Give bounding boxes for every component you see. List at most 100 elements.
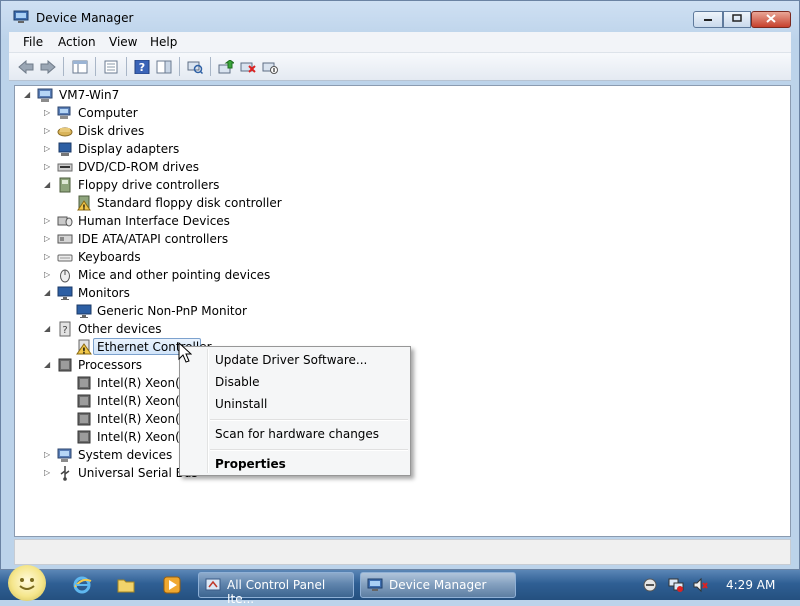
uninstall-device-icon [240,62,256,73]
status-bar [14,539,791,565]
collapse-arrow-icon[interactable]: ◢ [24,91,32,99]
svg-text:?: ? [62,325,67,336]
internet-explorer-icon[interactable] [72,575,92,595]
menu-uninstall[interactable]: Uninstall [215,397,267,411]
collapse-arrow-icon[interactable]: ◢ [44,289,52,297]
tree-item-label: Display adapters [78,142,180,156]
menu-bar: File Action View Help [9,32,791,53]
close-button[interactable] [751,11,791,28]
tree-item-human-interface-devices[interactable]: ▷ Human Interface Devices [15,212,235,230]
network-disconnected-icon[interactable] [668,577,684,593]
window-title: Device Manager [36,11,134,25]
tree-item-standard-floppy-disk-controller[interactable]: ! Standard floppy disk controller [15,194,282,212]
toolbar-separator [179,57,180,76]
taskbar-control-panel[interactable]: All Control Panel Ite... [198,572,354,606]
menu-properties[interactable]: Properties [215,457,286,471]
help-toolbar-button[interactable]: ? [133,58,151,75]
tree-item-processor-1[interactable]: Intel(R) Xeon(R) [15,374,193,392]
back-arrow-icon [18,59,34,74]
tree-item-label: Monitors [78,286,130,300]
expand-arrow-icon[interactable]: ▷ [44,235,52,243]
expand-arrow-icon[interactable]: ▷ [44,109,52,117]
tree-item-label: Human Interface Devices [78,214,230,228]
tree-item-processor-2[interactable]: Intel(R) Xeon(R) [15,392,193,410]
control-panel-icon [205,577,221,593]
tree-item-label: Generic Non-PnP Monitor [97,304,247,318]
volume-muted-icon[interactable] [692,577,708,593]
tree-item-processor-4[interactable]: Intel(R) Xeon(R) [15,428,193,446]
tree-item-label: IDE ATA/ATAPI controllers [78,232,229,246]
forward-arrow-icon [40,59,56,74]
collapse-arrow-icon[interactable]: ◢ [44,181,52,189]
action-pane-button[interactable] [155,58,173,75]
media-player-icon[interactable] [162,575,182,595]
tree-item-mice-and-pointing-devices[interactable]: ▷ Mice and other pointing devices [15,266,275,284]
hid-icon [57,213,73,229]
processor-icon [76,411,92,427]
tree-item-label: System devices [78,448,173,462]
properties-toolbar-button[interactable] [102,58,120,75]
context-menu: Update Driver Software... Disable Uninst… [179,346,411,476]
start-button[interactable] [8,565,46,601]
mouse-icon [57,267,73,283]
disable-button[interactable] [261,58,279,75]
tree-item-universal-serial-bus[interactable]: ▷ Universal Serial Bus [15,464,198,482]
tree-item-label: DVD/CD-ROM drives [78,160,200,174]
properties-sheet-icon [104,60,118,73]
tree-item-other-devices[interactable]: ◢ ? Other devices [15,320,215,338]
processor-icon [57,357,73,373]
scan-hardware-button[interactable] [186,58,204,75]
taskbar-clock[interactable]: 4:29 AM [726,578,775,592]
menu-action[interactable]: Action [58,35,96,49]
computer-root-icon [37,87,53,103]
tree-item-label: Standard floppy disk controller [97,196,282,210]
expand-arrow-icon[interactable]: ▷ [44,253,52,261]
tree-root-label: VM7-Win7 [59,88,120,102]
show-hide-console-tree-button[interactable] [71,58,89,75]
menu-scan-for-hardware-changes[interactable]: Scan for hardware changes [215,427,379,441]
title-bar[interactable]: Device Manager [1,1,799,32]
expand-arrow-icon[interactable]: ▷ [44,127,52,135]
tree-item-computer[interactable]: ▷ Computer [15,104,215,122]
uninstall-button[interactable] [239,58,257,75]
menu-view[interactable]: View [109,35,137,49]
menu-disable[interactable]: Disable [215,375,260,389]
menu-help[interactable]: Help [150,35,177,49]
tree-item-monitors[interactable]: ◢ Monitors [15,284,215,302]
expand-arrow-icon[interactable]: ▷ [44,217,52,225]
svg-text:!: ! [82,347,86,356]
collapse-arrow-icon[interactable]: ◢ [44,361,52,369]
tree-item-keyboards[interactable]: ▷ Keyboards [15,248,215,266]
collapse-arrow-icon[interactable]: ◢ [44,325,52,333]
maximize-button[interactable] [723,11,751,28]
forward-button[interactable] [39,58,57,75]
expand-arrow-icon[interactable]: ▷ [44,163,52,171]
tree-item-display-adapters[interactable]: ▷ Display adapters [15,140,215,158]
back-button[interactable] [17,58,35,75]
tree-item-dvd-cdrom-drives[interactable]: ▷ DVD/CD-ROM drives [15,158,215,176]
update-driver-button[interactable] [217,58,235,75]
tree-item-system-devices[interactable]: ▷ System devices [15,446,185,464]
tree-item-generic-non-pnp-monitor[interactable]: Generic Non-PnP Monitor [15,302,255,320]
expand-arrow-icon[interactable]: ▷ [44,271,52,279]
tree-item-ide-ata-atapi-controllers[interactable]: ▷ IDE ATA/ATAPI controllers [15,230,235,248]
display-adapter-icon [57,141,73,157]
minimize-button[interactable] [693,11,723,28]
menu-file[interactable]: File [23,35,43,49]
device-manager-window: Device Manager File Action View Help ? ◢… [0,0,800,570]
action-center-flag-icon[interactable] [642,577,658,593]
menu-update-driver-software[interactable]: Update Driver Software... [215,353,367,367]
expand-arrow-icon[interactable]: ▷ [44,469,52,477]
tree-item-disk-drives[interactable]: ▷ Disk drives [15,122,215,140]
expand-arrow-icon[interactable]: ▷ [44,145,52,153]
windows-explorer-icon[interactable] [116,575,136,595]
expand-arrow-icon[interactable]: ▷ [44,451,52,459]
processor-icon [76,429,92,445]
tree-item-floppy-drive-controllers[interactable]: ◢ Floppy drive controllers [15,176,235,194]
monitor-icon [76,303,92,319]
svg-text:!: ! [82,204,85,212]
tree-item-processor-3[interactable]: Intel(R) Xeon(R) [15,410,193,428]
toolbar-separator [126,57,127,76]
taskbar-device-manager[interactable]: Device Manager [360,572,516,598]
tree-root[interactable]: ◢ VM7-Win7 [15,86,215,104]
